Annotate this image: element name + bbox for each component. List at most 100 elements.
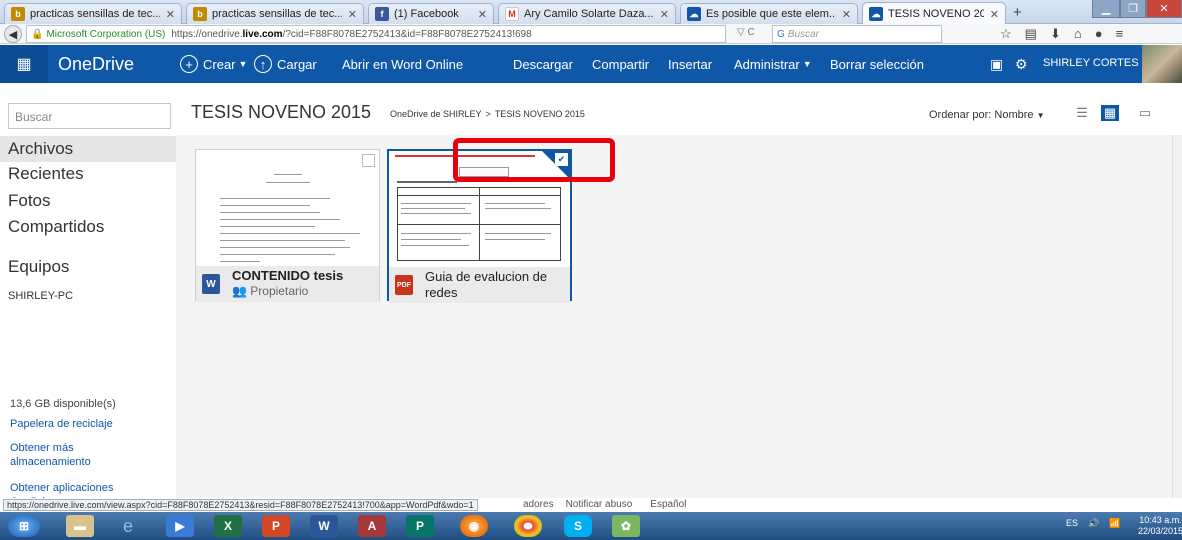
gear-icon[interactable]: ⚙ — [1015, 56, 1028, 73]
search-input[interactable]: Buscar — [8, 103, 171, 129]
browser-search-input[interactable]: G Buscar — [772, 25, 942, 43]
minimize-icon[interactable]: ▁ — [1092, 0, 1120, 18]
breadcrumb-current[interactable]: TESIS NOVENO 2015 — [495, 109, 585, 119]
select-checkbox[interactable] — [362, 154, 375, 167]
back-arrow-icon[interactable]: ◀ — [4, 25, 22, 43]
browser-tab[interactable]: ☁ Es posible que este elem... ✕ — [680, 3, 858, 24]
address-bar[interactable]: 🔒 Microsoft Corporation (US) https://one… — [26, 25, 726, 43]
details-pane-icon[interactable]: ▭ — [1136, 105, 1154, 121]
menu-icon[interactable]: ≡ — [1116, 26, 1124, 42]
reload-icon[interactable]: ▽ C — [737, 27, 755, 38]
clock-date: 22/03/2015 — [1138, 526, 1182, 536]
media-player-icon[interactable]: ▶ — [166, 515, 194, 537]
nav-item-photos[interactable]: Fotos — [8, 191, 51, 211]
main-content: TESIS NOVENO 2015 OneDrive de SHIRLEY > … — [176, 83, 1182, 498]
browser-toolbar-icons: ☆ ▤ ⬇ ⌂ ● ≡ — [1000, 26, 1123, 42]
chat-icon[interactable]: ● — [1095, 26, 1103, 42]
file-explorer-icon[interactable]: ▬ — [66, 515, 94, 537]
browser-tab[interactable]: M Ary Camilo Solarte Daza... ✕ — [498, 3, 676, 24]
volume-icon[interactable]: 🔊 — [1088, 518, 1099, 529]
access-icon[interactable]: A — [358, 515, 386, 537]
close-window-icon[interactable]: ✕ — [1146, 0, 1182, 18]
upload-button[interactable]: ↑ Cargar — [254, 45, 317, 83]
open-word-online-button[interactable]: Abrir en Word Online — [342, 45, 463, 83]
tab-label: Ary Camilo Solarte Daza... — [524, 8, 654, 20]
lock-icon: 🔒 — [31, 28, 44, 40]
tiles-view-icon[interactable]: ▦ — [1101, 105, 1119, 121]
language-indicator[interactable]: ES — [1066, 518, 1078, 529]
insert-button[interactable]: Insertar — [668, 45, 712, 83]
recycle-bin-link[interactable]: Papelera de reciclaje — [10, 418, 113, 430]
clock[interactable]: 10:43 a.m. 22/03/2015 — [1138, 515, 1182, 537]
user-name[interactable]: SHIRLEY CORTES — [1043, 57, 1139, 69]
breadcrumb-separator-icon: > — [485, 109, 491, 119]
app-icon[interactable]: ✿ — [612, 515, 640, 537]
status-url: https://onedrive.live.com/view.aspx?cid=… — [3, 499, 478, 511]
breadcrumb-root[interactable]: OneDrive de SHIRLEY — [390, 109, 482, 119]
create-button[interactable]: + Crear ▼ — [180, 45, 247, 83]
close-icon[interactable]: ✕ — [660, 8, 669, 21]
restore-icon[interactable]: ❐ — [1120, 0, 1146, 18]
nav-item-files[interactable]: Archivos — [0, 136, 176, 162]
language-link[interactable]: Español — [650, 499, 686, 510]
publisher-icon[interactable]: P — [406, 515, 434, 537]
network-icon[interactable]: 📶 — [1109, 518, 1120, 529]
excel-icon[interactable]: X — [214, 515, 242, 537]
nav-item-recent[interactable]: Recientes — [8, 164, 84, 184]
clear-selection-label: Borrar selección — [830, 56, 924, 72]
sort-dropdown[interactable]: Ordenar por: Nombre ▼ — [929, 109, 1045, 121]
vertical-scrollbar[interactable] — [1172, 135, 1182, 498]
windows-taskbar: ⊞ ▬ e ▶ X P W A P ◉ S ✿ ES 🔊 📶 10:43 a.m… — [0, 512, 1182, 540]
tab-label: (1) Facebook — [394, 8, 459, 20]
firefox-icon[interactable]: ◉ — [460, 515, 488, 537]
file-name[interactable]: Guia de evalucion de redes — [425, 269, 565, 301]
get-apps-link[interactable]: Obtener aplicaciones OneDrive — [10, 481, 160, 498]
browser-tab[interactable]: b practicas sensillas de tec... ✕ — [4, 3, 182, 24]
chevron-down-icon: ▼ — [1036, 111, 1045, 120]
file-tile[interactable]: W CONTENIDO tesis 👥 Propietario — [195, 149, 380, 302]
word-icon[interactable]: W — [310, 515, 338, 537]
manage-label: Administrar — [734, 56, 800, 72]
list-view-icon[interactable]: ☰ — [1073, 105, 1091, 121]
close-icon[interactable]: ✕ — [348, 8, 357, 21]
get-more-storage-link[interactable]: Obtener más almacenamiento — [10, 441, 120, 469]
powerpoint-icon[interactable]: P — [262, 515, 290, 537]
close-icon[interactable]: ✕ — [478, 8, 487, 21]
nav-item-shared[interactable]: Compartidos — [8, 217, 104, 237]
chrome-icon[interactable] — [514, 515, 542, 537]
close-icon[interactable]: ✕ — [990, 8, 999, 21]
skype-icon[interactable]: S — [564, 515, 592, 537]
download-label: Descargar — [513, 56, 573, 72]
bookmark-star-icon[interactable]: ☆ — [1000, 26, 1012, 42]
gmail-icon: M — [505, 7, 519, 21]
file-owner-label: Propietario — [250, 284, 309, 298]
download-icon[interactable]: ⬇ — [1050, 26, 1061, 42]
report-abuse-link[interactable]: Notificar abuso — [566, 499, 633, 510]
home-icon[interactable]: ⌂ — [1074, 26, 1082, 42]
avatar[interactable] — [1142, 45, 1182, 83]
tab-label: practicas sensillas de tec... — [212, 8, 342, 20]
new-tab-icon[interactable]: + — [1013, 4, 1022, 21]
sort-label: Ordenar por: Nombre — [929, 109, 1034, 121]
device-shirley-pc[interactable]: SHIRLEY-PC — [8, 290, 73, 302]
share-button[interactable]: Compartir — [592, 45, 649, 83]
brand-title[interactable]: OneDrive — [58, 54, 134, 75]
internet-explorer-icon[interactable]: e — [114, 515, 142, 537]
people-icon: 👥 — [232, 284, 247, 298]
left-nav: Buscar Archivos Recientes Fotos Comparti… — [0, 83, 176, 498]
notifications-icon[interactable]: ▣ — [990, 56, 1003, 73]
app-launcher-icon[interactable]: ▦ — [0, 45, 48, 83]
browser-tab[interactable]: b practicas sensillas de tec... ✕ — [186, 3, 364, 24]
manage-button[interactable]: Administrar ▼ — [734, 45, 812, 83]
clear-selection-button[interactable]: Borrar selección — [830, 45, 924, 83]
file-name[interactable]: CONTENIDO tesis — [232, 268, 343, 284]
browser-tab-active[interactable]: ☁ TESIS NOVENO 2015 - O... ✕ — [862, 2, 1006, 25]
tab-label: TESIS NOVENO 2015 - O... — [888, 8, 984, 20]
close-icon[interactable]: ✕ — [166, 8, 175, 21]
download-button[interactable]: Descargar — [513, 45, 573, 83]
footer-partial-link[interactable]: adores — [523, 499, 554, 510]
clipboard-icon[interactable]: ▤ — [1025, 26, 1037, 42]
start-button[interactable]: ⊞ — [8, 515, 40, 537]
close-icon[interactable]: ✕ — [842, 8, 851, 21]
browser-tab[interactable]: f (1) Facebook ✕ — [368, 3, 494, 24]
